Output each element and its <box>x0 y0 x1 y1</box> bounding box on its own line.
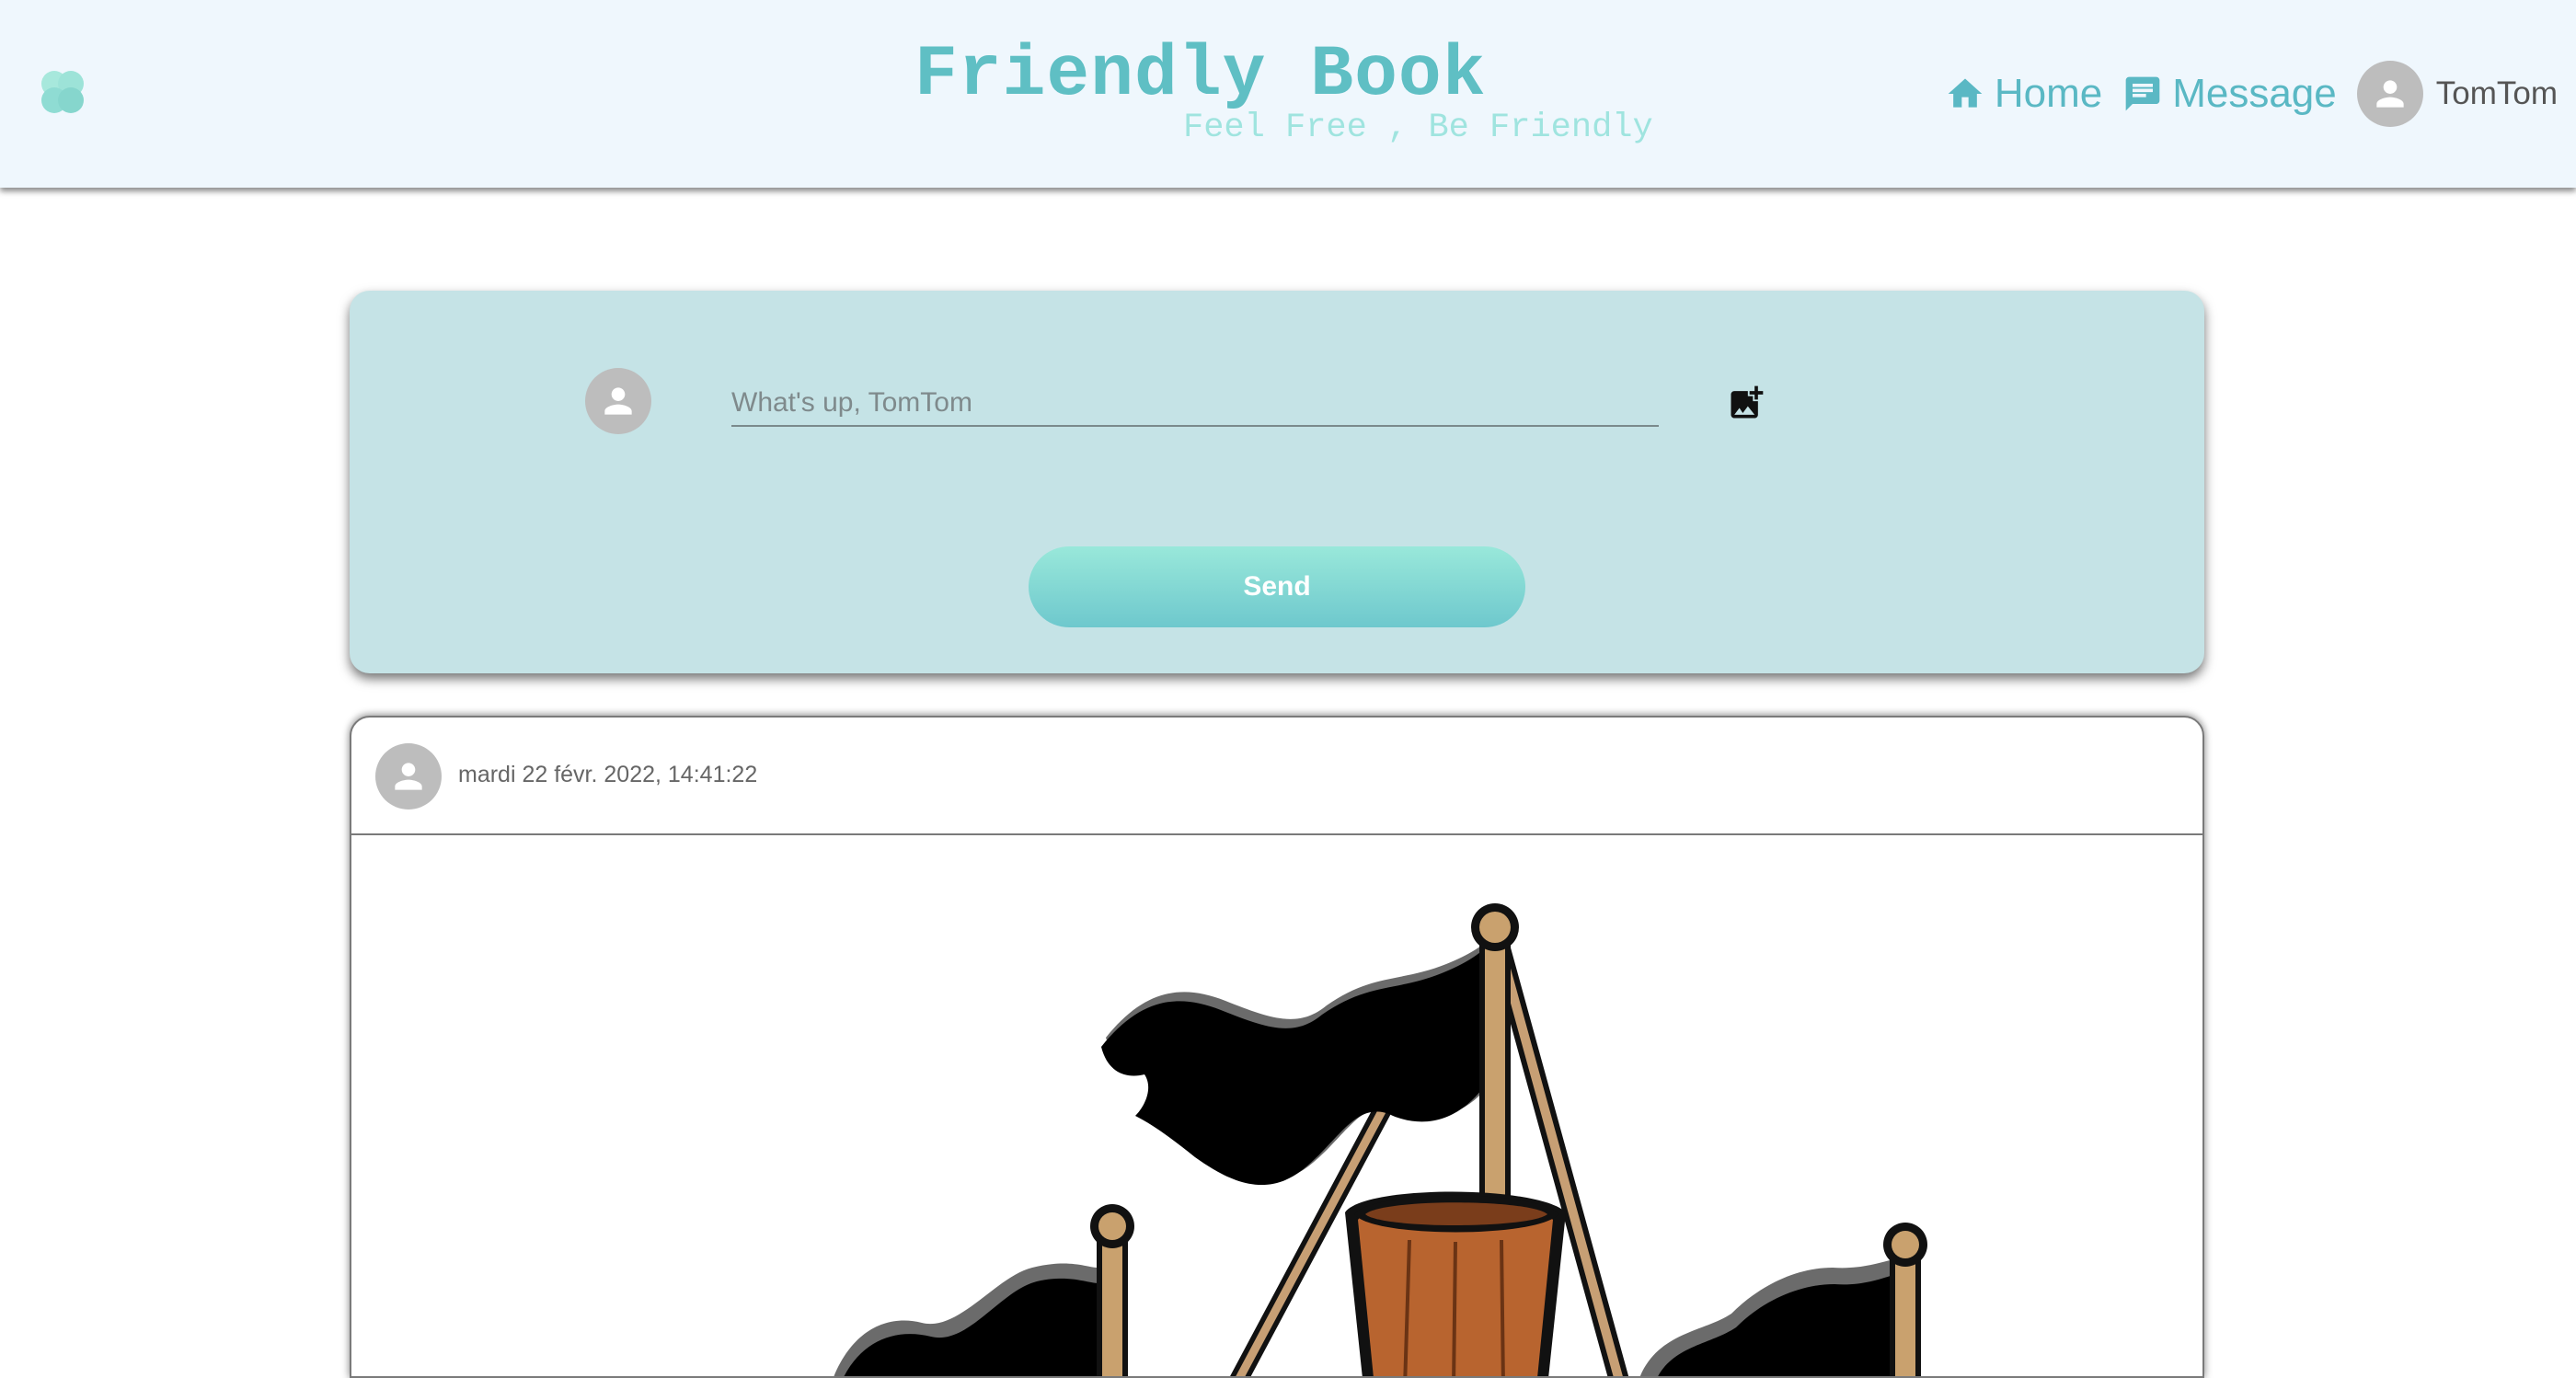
home-icon <box>1948 78 1983 108</box>
post-image-pirate-flags <box>351 835 2202 1376</box>
send-button[interactable]: Send <box>1029 546 1525 627</box>
app-header: Friendly Book Feel Free , Be Friendly Ho… <box>0 0 2576 188</box>
post-timestamp: mardi 22 févr. 2022, 14:41:22 <box>458 762 758 787</box>
post-card: mardi 22 févr. 2022, 14:41:22 <box>350 716 2204 1378</box>
app-subtitle: Feel Free , Be Friendly <box>1183 109 1653 147</box>
status-input[interactable] <box>731 381 1659 427</box>
top-nav: Home Message TomTom <box>1945 59 2558 129</box>
heart-logo-icon[interactable] <box>37 66 88 118</box>
composer-avatar <box>585 368 651 434</box>
message-icon <box>2125 76 2160 111</box>
post-composer: Send <box>350 291 2204 673</box>
post-author-avatar[interactable] <box>375 743 442 810</box>
username[interactable]: TomTom <box>2436 75 2558 112</box>
person-icon <box>395 763 422 790</box>
app-title: Friendly Book <box>914 35 1487 116</box>
nav-message[interactable]: Message <box>2122 71 2337 117</box>
nav-message-label: Message <box>2172 71 2337 116</box>
person-icon <box>2376 80 2404 108</box>
post-header: mardi 22 févr. 2022, 14:41:22 <box>351 718 2202 835</box>
add-image-icon[interactable] <box>1726 383 1766 423</box>
user-avatar[interactable] <box>2356 61 2423 127</box>
person-icon <box>604 387 632 415</box>
nav-home-label: Home <box>1994 71 2103 116</box>
nav-home[interactable]: Home <box>1945 71 2102 117</box>
